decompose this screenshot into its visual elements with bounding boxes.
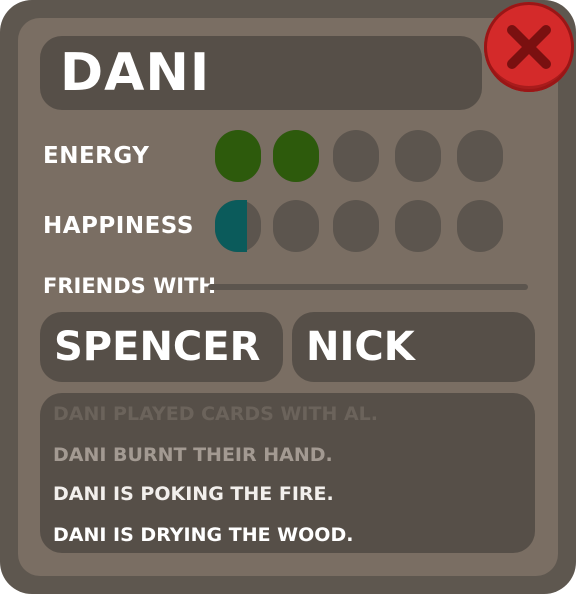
name-plate: DANI: [40, 36, 482, 110]
energy-pip: [215, 130, 261, 182]
energy-pip: [333, 130, 379, 182]
character-name: DANI: [60, 43, 211, 103]
close-button[interactable]: [484, 2, 574, 92]
log-entry: DANI PLAYED CARDS WITH AL.: [53, 403, 378, 425]
activity-log: DANI PLAYED CARDS WITH AL. DANI BURNT TH…: [40, 393, 535, 553]
friend-card-spencer[interactable]: SPENCER: [40, 312, 283, 382]
friends-divider: [208, 284, 528, 290]
happiness-pip: [395, 200, 441, 252]
energy-label: ENERGY: [43, 143, 150, 169]
friend-card-nick[interactable]: NICK: [292, 312, 535, 382]
happiness-pip: [215, 200, 261, 252]
happiness-pip: [457, 200, 503, 252]
log-entry: DANI IS POKING THE FIRE.: [53, 483, 334, 505]
energy-pip-fill: [215, 130, 261, 182]
happiness-pip: [333, 200, 379, 252]
happiness-pip: [273, 200, 319, 252]
log-entry: DANI BURNT THEIR HAND.: [53, 444, 333, 466]
energy-pip-fill: [273, 130, 319, 182]
energy-pip: [273, 130, 319, 182]
friends-with-label: FRIENDS WITH: [43, 274, 216, 298]
log-entry: DANI IS DRYING THE WOOD.: [53, 524, 354, 546]
happiness-label: HAPPINESS: [43, 213, 194, 239]
energy-pip: [395, 130, 441, 182]
happiness-pip-fill: [215, 200, 248, 252]
close-icon: [507, 25, 551, 69]
energy-pip: [457, 130, 503, 182]
friend-name: SPENCER: [54, 324, 261, 370]
friend-name: NICK: [306, 324, 415, 370]
character-panel: DANI ENERGY HAPPINESS FRIENDS WITH SPENC…: [0, 0, 576, 594]
